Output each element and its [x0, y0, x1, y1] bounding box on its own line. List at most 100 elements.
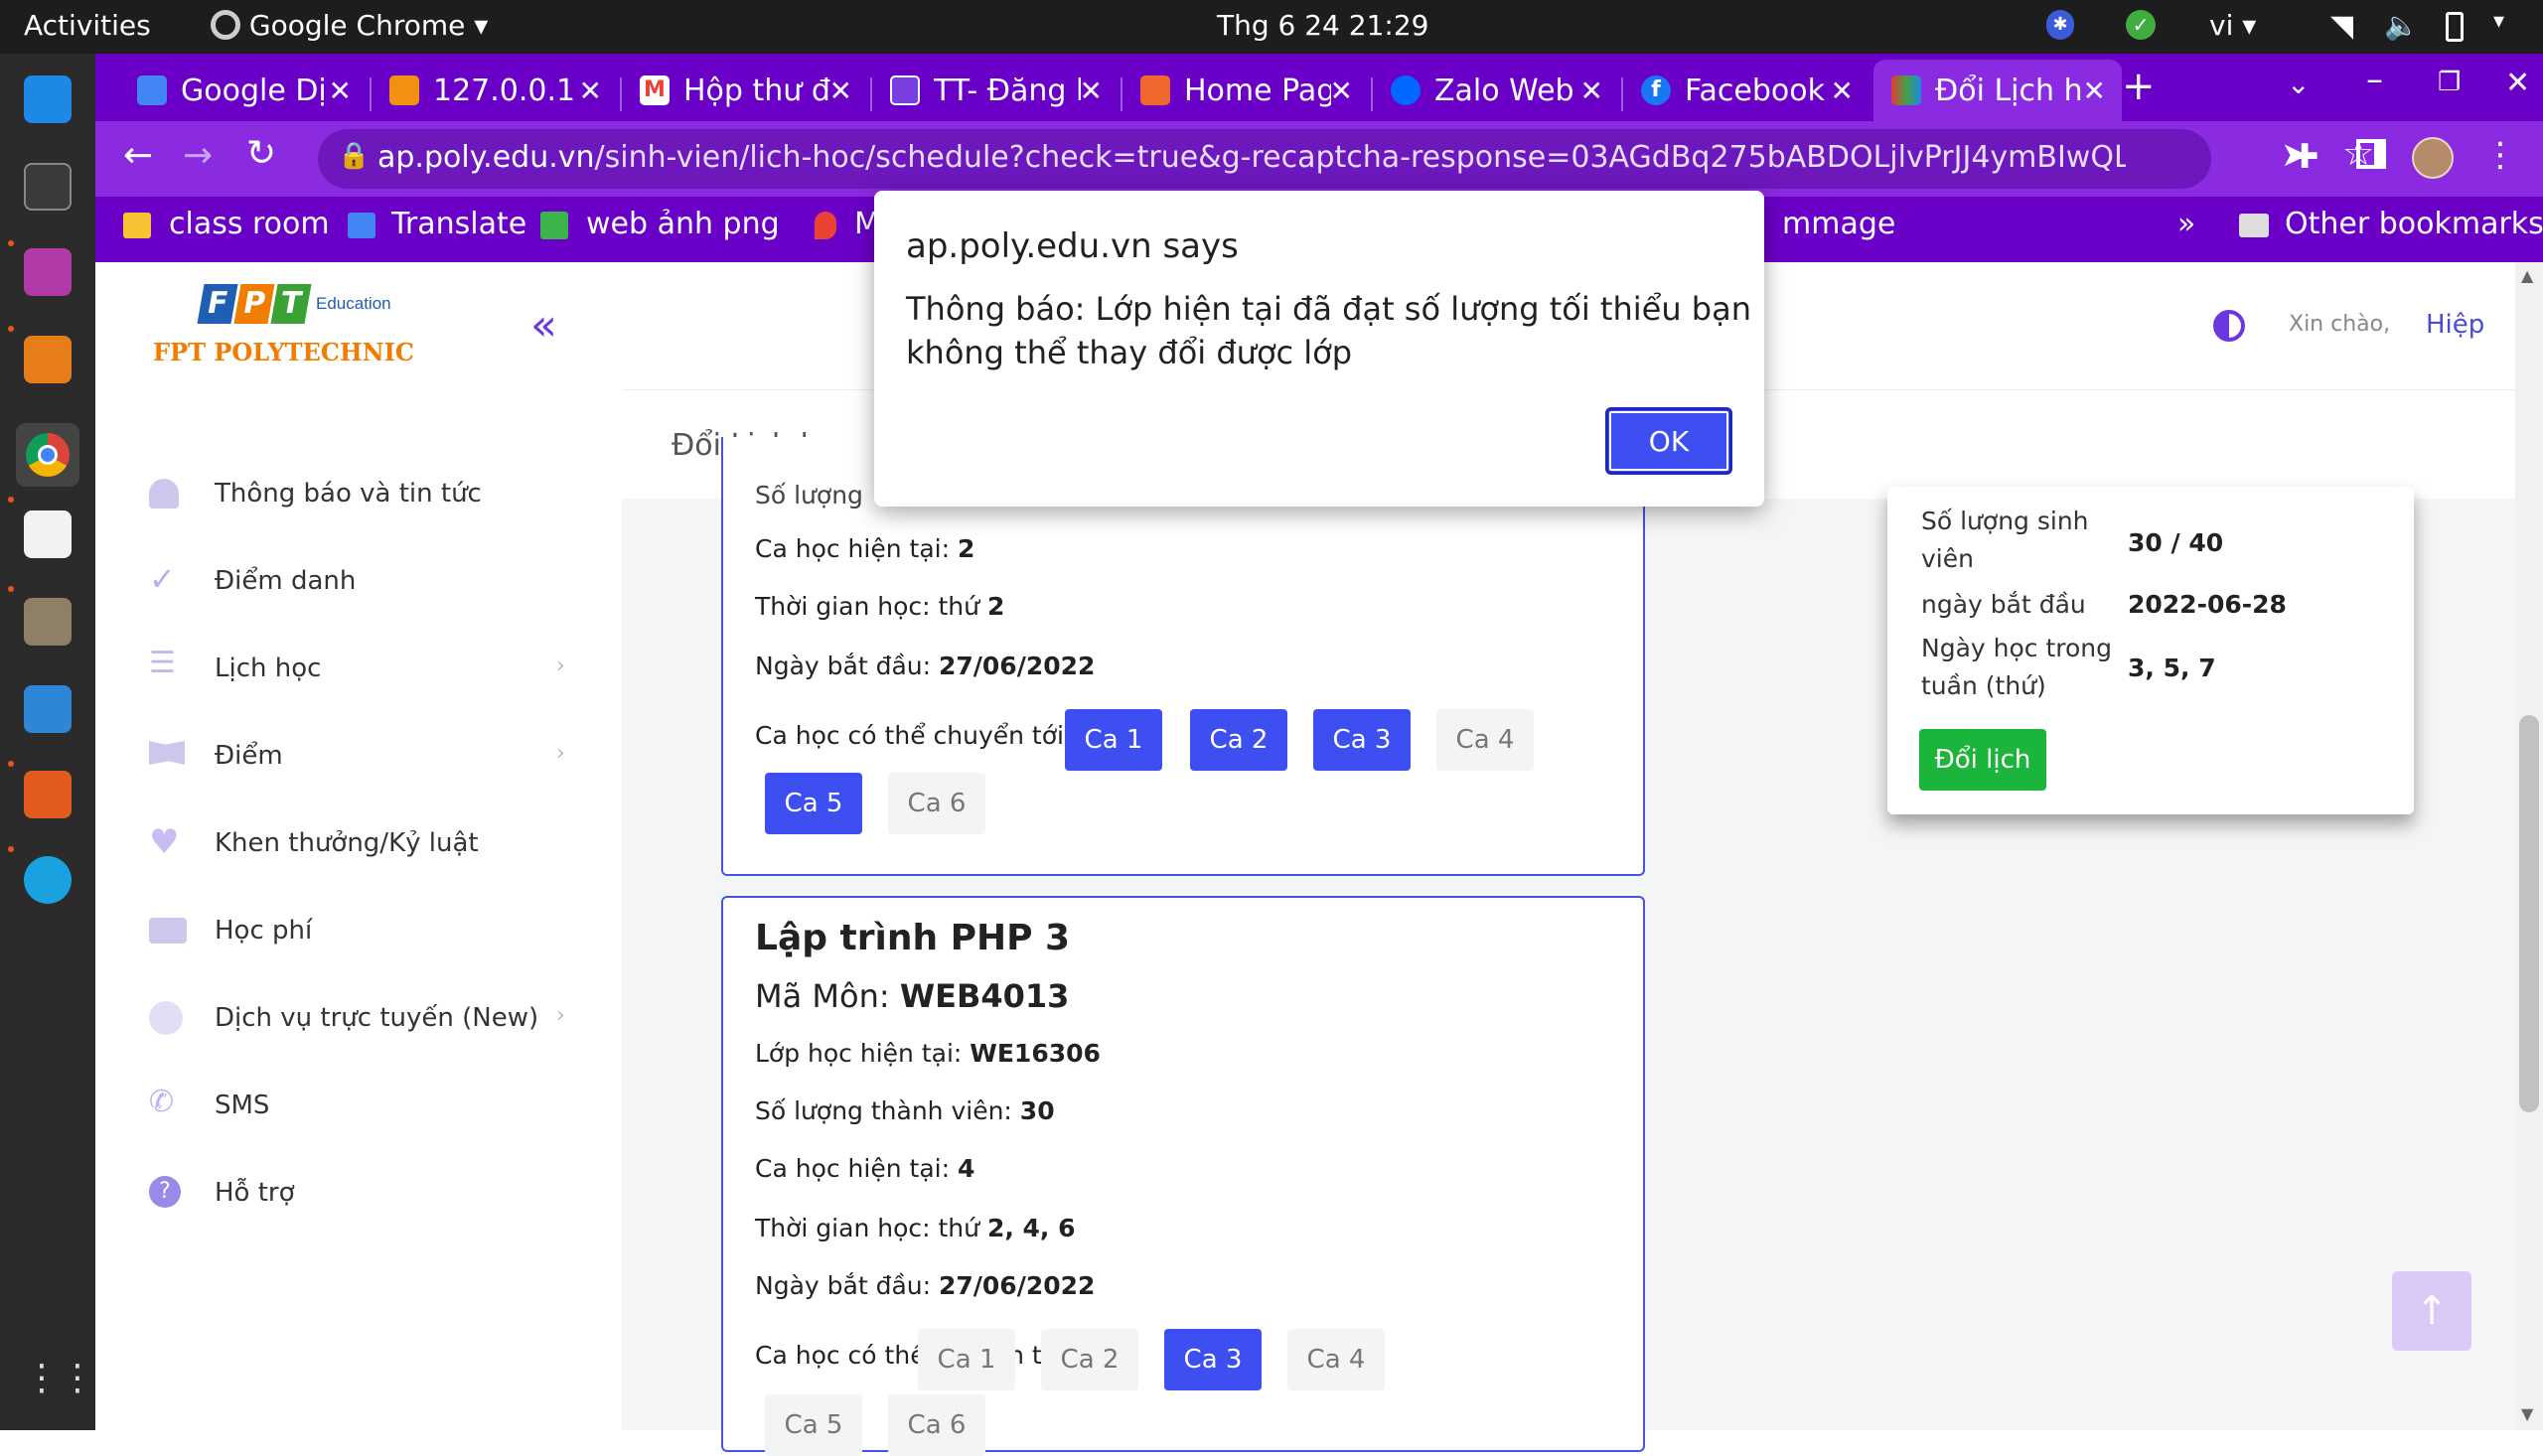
skype-icon[interactable] — [24, 856, 72, 904]
shift-button-ca5: Ca 5 — [765, 1394, 862, 1456]
fpt-favicon-icon — [1891, 75, 1921, 105]
book-icon — [149, 741, 185, 765]
tab-search-icon[interactable]: ⌄ — [2287, 68, 2310, 100]
dialog-title: ap.poly.edu.vn says — [906, 226, 1239, 266]
collapse-sidebar-icon[interactable]: « — [530, 300, 557, 351]
volume-icon[interactable]: 🔈 — [2384, 9, 2419, 42]
shift-button-ca5[interactable]: Ca 5 — [765, 773, 862, 834]
sidebar: F P T Education FPT POLYTECHNIC « Thông … — [95, 262, 622, 1430]
language-indicator[interactable]: vi ▾ — [2209, 9, 2256, 42]
shift-button-ca3[interactable]: Ca 3 — [1313, 709, 1411, 771]
theme-toggle-icon[interactable] — [2213, 310, 2245, 342]
close-tab-icon[interactable]: ✕ — [579, 74, 602, 107]
chevron-right-icon: › — [556, 654, 565, 678]
shift-button-ca2[interactable]: Ca 2 — [1190, 709, 1287, 771]
ok-button[interactable]: OK — [1605, 407, 1732, 475]
bookmark-web-anh-png[interactable]: web ảnh png — [540, 207, 780, 241]
list-icon: ☰ — [149, 646, 176, 680]
fpt-logo[interactable]: F P T Education — [197, 284, 391, 328]
files-icon[interactable] — [24, 598, 72, 646]
bookmark-class-room[interactable]: class room — [123, 207, 330, 241]
extensions-icon[interactable]: ✚ — [2291, 137, 2319, 177]
vscode-icon[interactable] — [24, 75, 72, 123]
profile-avatar[interactable] — [2412, 137, 2454, 179]
dialog-message-line-2: không thể thay đổi được lớp — [906, 334, 1353, 371]
close-tab-icon[interactable]: ✕ — [2083, 74, 2106, 107]
students-label-1: Số lượng sinh — [1921, 507, 2089, 535]
current-shift: Ca học hiện tại: 2 — [755, 534, 975, 563]
close-tab-icon[interactable]: ✕ — [329, 74, 352, 107]
clock[interactable]: Thg 6 24 21:29 — [1217, 9, 1428, 42]
tab-gmail[interactable]: MHộp thư đến✕ — [622, 60, 868, 121]
help-icon: ? — [149, 1176, 181, 1208]
user-name[interactable]: Hiệp — [2426, 310, 2484, 340]
tab-phpmyadmin[interactable]: 127.0.0.1 / phpMyAdmin✕ — [372, 60, 618, 121]
lock-icon[interactable]: 🔒 — [338, 141, 370, 171]
back-to-top-button[interactable]: ↑ — [2392, 1271, 2471, 1351]
days-value: 3, 5, 7 — [2128, 654, 2216, 682]
phpstorm-icon[interactable] — [24, 248, 72, 296]
bookmark-partial[interactable]: mmage — [1782, 207, 1895, 241]
zalo-icon — [1391, 75, 1421, 105]
member-count: Số lượng thành viên: 30 — [755, 1096, 1055, 1125]
tab-doi-lich-hoc[interactable]: Đổi Lịch học✕ — [1873, 60, 2122, 121]
tab-home-page[interactable]: Home Page✕ — [1122, 60, 1369, 121]
course-code: Mã Môn: WEB4013 — [755, 977, 1070, 1015]
show-apps-icon[interactable]: ⋮⋮ — [24, 1355, 95, 1402]
new-tab-icon[interactable]: + — [2122, 64, 2156, 109]
card-icon — [149, 918, 187, 944]
current-class: Lớp học hiện tại: WE16306 — [755, 1039, 1101, 1068]
shift-button-ca1[interactable]: Ca 1 — [1065, 709, 1162, 771]
battery-icon[interactable] — [2446, 12, 2464, 42]
tab-zalo-web[interactable]: Zalo Web ✕ — [1373, 60, 1619, 121]
arrow-up-icon: ↑ — [2415, 1288, 2449, 1334]
wifi-icon[interactable]: ◥ — [2330, 9, 2353, 44]
start-value: 2022-06-28 — [2128, 590, 2287, 619]
bluetooth-icon[interactable]: ✱ — [2046, 10, 2074, 40]
tab-google-dich[interactable]: Google Dịch✕ — [119, 60, 368, 121]
url-text[interactable]: ap.poly.edu.vn/sinh-vien/lich-hoc/schedu… — [377, 140, 2126, 175]
forward-icon[interactable]: → — [183, 135, 213, 176]
impress-icon[interactable] — [24, 771, 72, 818]
app-menu[interactable]: Google Chrome ▾ — [211, 9, 488, 42]
shift-button-ca3[interactable]: Ca 3 — [1164, 1329, 1262, 1390]
start-label: ngày bắt đầu — [1921, 590, 2086, 619]
close-window-icon[interactable]: ✕ — [2505, 66, 2530, 100]
close-tab-icon[interactable]: ✕ — [1580, 74, 1603, 107]
bookmark-translate[interactable]: Translate — [348, 207, 526, 241]
phone-icon: ✆ — [149, 1085, 175, 1119]
google-translate-icon — [348, 212, 375, 238]
back-icon[interactable]: ← — [123, 135, 153, 176]
terminal-icon[interactable] — [24, 163, 72, 211]
close-tab-icon[interactable]: ✕ — [1330, 74, 1353, 107]
power-menu-icon[interactable]: ▾ — [2493, 9, 2504, 34]
other-bookmarks[interactable]: Other bookmarks — [2239, 207, 2543, 241]
writer-icon[interactable] — [24, 685, 72, 733]
tab-tt-dang-ky[interactable]: TT- Đăng ký✕ — [872, 60, 1119, 121]
shift-button-ca2: Ca 2 — [1041, 1329, 1138, 1390]
tab-facebook[interactable]: f Facebook ✕ — [1623, 60, 1870, 121]
move-shift-label: Ca học có thể chuyển tới: — [755, 721, 1073, 750]
close-tab-icon[interactable]: ✕ — [829, 74, 852, 107]
chrome-menu-icon[interactable]: ⋮ — [2483, 135, 2517, 175]
shield-check-icon[interactable]: ✓ — [2126, 10, 2156, 40]
sublime-text-icon[interactable] — [24, 336, 72, 383]
reload-icon[interactable]: ↻ — [246, 133, 276, 174]
side-panel-icon[interactable] — [2356, 139, 2386, 169]
chevron-right-icon: › — [556, 1003, 565, 1028]
close-tab-icon[interactable]: ✕ — [1831, 74, 1854, 107]
heart-icon: ♥ — [149, 822, 180, 862]
bookmark-maps[interactable]: M — [815, 207, 880, 241]
restore-icon[interactable]: ❐ — [2438, 68, 2461, 97]
minimize-icon[interactable]: – — [2366, 60, 2383, 99]
text-editor-icon[interactable] — [24, 510, 72, 558]
change-schedule-button[interactable]: Đổi lịch — [1919, 729, 2046, 791]
bell-icon — [149, 479, 179, 509]
start-date: Ngày bắt đầu: 27/06/2022 — [755, 1271, 1096, 1300]
chrome-dock-icon[interactable] — [16, 423, 79, 487]
scrollbar-thumb[interactable] — [2519, 715, 2539, 1112]
course-title: Lập trình PHP 3 — [755, 918, 1071, 958]
bookmarks-overflow-icon[interactable]: » — [2177, 207, 2195, 241]
close-tab-icon[interactable]: ✕ — [1080, 74, 1103, 107]
activities-button[interactable]: Activities — [24, 9, 151, 42]
